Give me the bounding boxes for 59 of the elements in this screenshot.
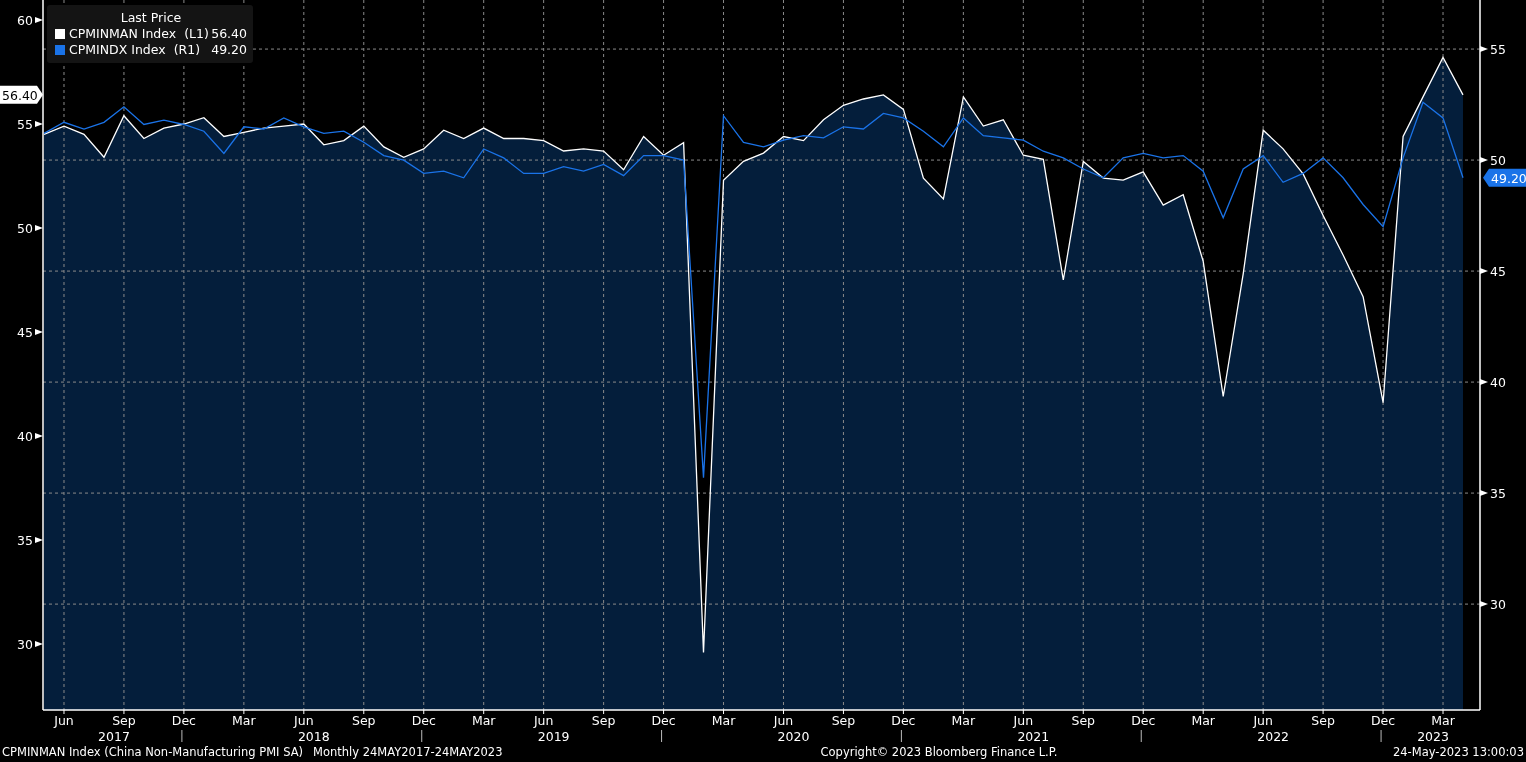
y-axis-label: 45	[1490, 264, 1506, 280]
x-axis-label: Mar	[1191, 713, 1215, 728]
legend-value: 49.20	[211, 42, 247, 58]
x-axis-label: Dec	[891, 713, 916, 728]
year-label: 2018	[297, 729, 330, 742]
x-axis-label: Mar	[711, 713, 736, 728]
x-axis-label: Mar	[232, 713, 256, 728]
legend-swatch-icon	[55, 45, 65, 55]
legend-axis: (R1)	[173, 42, 201, 58]
y-axis-label: 55	[17, 117, 33, 132]
x-axis-label: Dec	[1131, 713, 1156, 728]
y-axis-label: 40	[1490, 375, 1506, 391]
x-axis-label: Jun	[54, 713, 74, 728]
year-label: 2020	[777, 729, 810, 742]
y-axis-label: 35	[17, 533, 33, 549]
chart-period: Monthly 24MAY2017-24MAY2023	[313, 745, 503, 759]
chart-description: CPMINMAN Index (China Non-Manufacturing PMI SA)	[2, 745, 303, 759]
y-axis-label: 30	[1490, 597, 1506, 613]
legend-swatch-icon	[55, 29, 65, 39]
x-axis-label: Jun	[1013, 713, 1034, 728]
x-axis-label: Mar	[951, 713, 976, 728]
x-axis-label: Sep	[352, 713, 376, 728]
y-axis-label: 35	[1490, 486, 1506, 502]
x-axis-label: Mar	[471, 713, 496, 728]
x-axis-label: Jun	[1253, 713, 1273, 728]
x-axis-label: Mar	[1431, 713, 1455, 728]
y-axis-label: 50	[17, 221, 33, 236]
legend-value: 56.40	[211, 26, 247, 42]
year-label: 2017	[98, 729, 130, 742]
x-axis-label: Dec	[171, 713, 196, 728]
year-label: 2021	[1017, 729, 1050, 742]
y-axis-label: 60	[17, 12, 33, 28]
x-axis-label: Dec	[411, 713, 436, 728]
timestamp: 24-May-2023 13:00:03	[1392, 745, 1524, 759]
y-axis-label: 40	[17, 429, 33, 445]
x-axis-label: Sep	[1071, 713, 1096, 728]
x-axis-label: Dec	[1370, 713, 1396, 728]
last-value-tag: 56.40	[0, 85, 43, 104]
y-axis-label: 50	[1490, 153, 1506, 169]
year-label: 2023	[1417, 729, 1449, 742]
year-label: 2022	[1257, 729, 1290, 742]
legend-ticker: CPMINDX Index	[69, 42, 166, 58]
legend-ticker: CPMINMAN Index	[69, 26, 177, 42]
last-value-tag: 49.20	[1483, 168, 1526, 187]
y-axis-label: 55	[1490, 42, 1506, 58]
x-axis-label: Jun	[533, 713, 554, 728]
x-axis-label: Sep	[1311, 713, 1335, 728]
y-axis-label: 30	[17, 637, 33, 653]
y-axis-label: 45	[17, 325, 33, 340]
copyright-text: Copyright© 2023 Bloomberg Finance L.P.	[820, 745, 1058, 759]
x-axis-label: Sep	[112, 713, 136, 728]
legend-axis: (L1)	[184, 26, 209, 42]
x-axis-label: Sep	[591, 713, 616, 728]
x-axis-label: Dec	[651, 713, 676, 728]
year-label: 2019	[537, 729, 570, 742]
x-axis-label: Jun	[294, 713, 314, 728]
legend-title: Last Price	[119, 10, 183, 26]
x-axis-label: Jun	[773, 713, 794, 728]
x-axis-label: Sep	[831, 713, 856, 728]
